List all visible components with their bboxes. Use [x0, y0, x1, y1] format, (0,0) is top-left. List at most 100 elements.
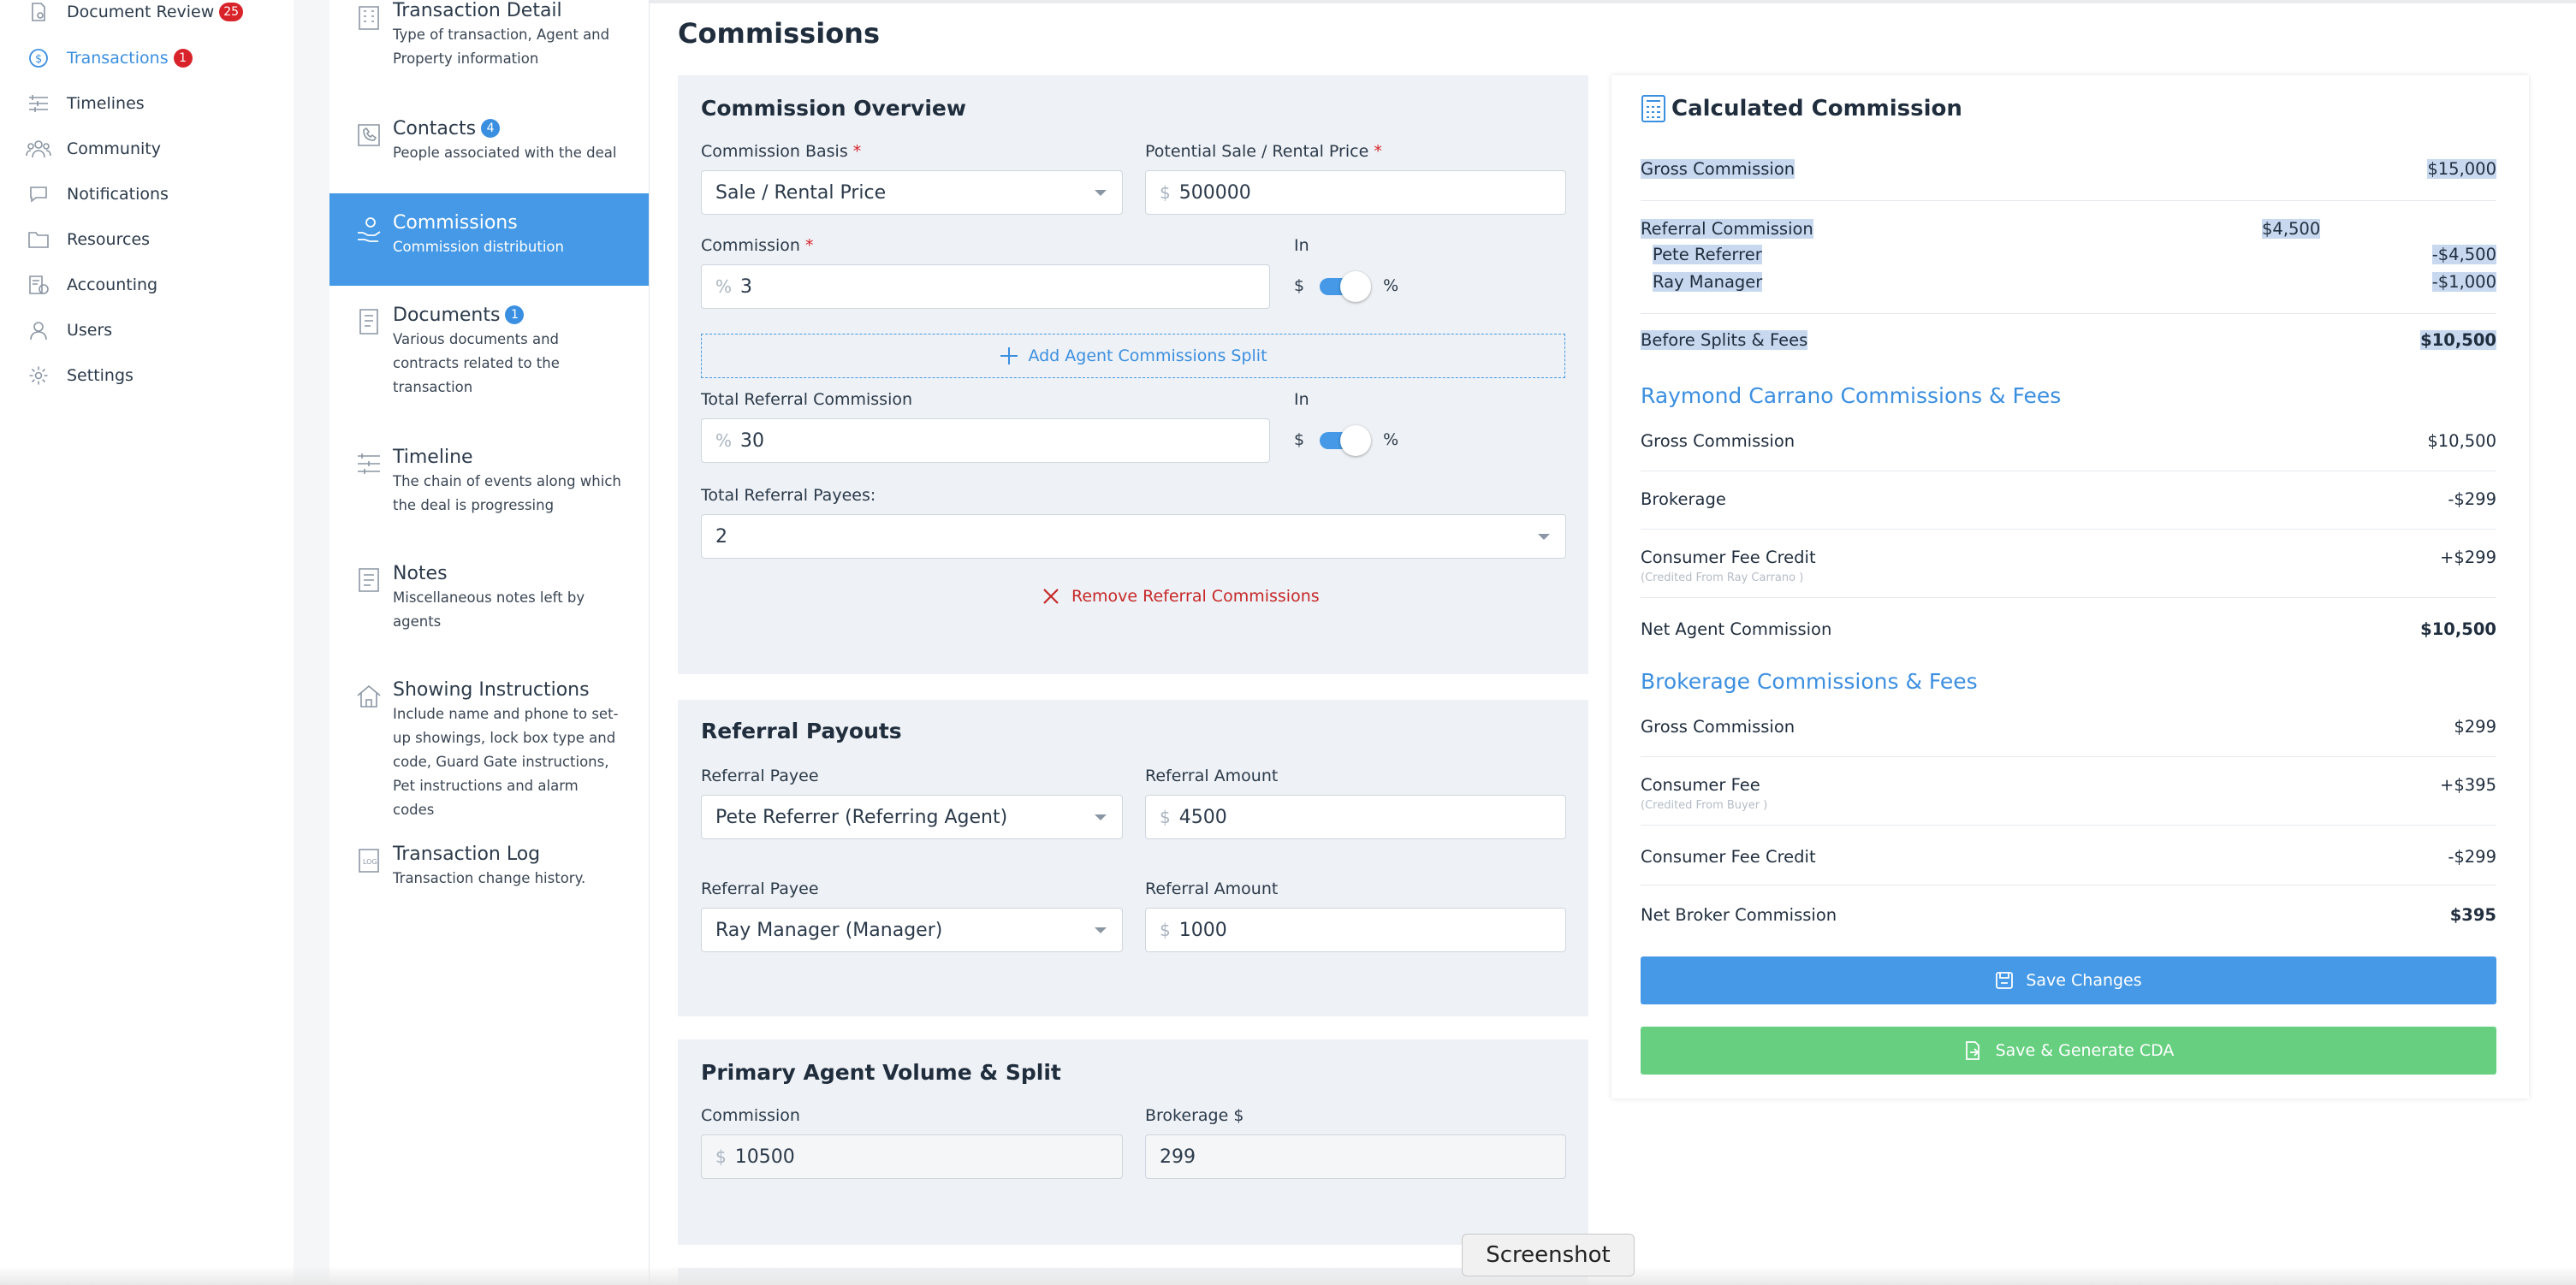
chat-bubble-icon: [26, 181, 51, 207]
referral-payee-select[interactable]: Pete Referrer (Referring Agent): [701, 795, 1123, 839]
button-label: Remove Referral Commissions: [1071, 587, 1320, 606]
step-notes[interactable]: Notes Miscellaneous notes left by agents: [329, 563, 649, 640]
step-commissions[interactable]: Commissions Commission distribution: [329, 193, 649, 286]
row-label: Consumer Fee Credit: [1641, 548, 1816, 567]
row-label: Net Agent Commission: [1641, 619, 1832, 639]
dollar-prefix: $: [1160, 182, 1171, 203]
nav-accounting[interactable]: Accounting: [26, 268, 157, 302]
svg-text:LOG: LOG: [363, 858, 377, 866]
referral-payee-select[interactable]: Ray Manager (Manager): [701, 908, 1123, 952]
divider: [1641, 529, 2496, 530]
dollar-prefix: $: [1160, 920, 1171, 940]
percent-prefix: %: [715, 276, 733, 297]
nav-label: Document Review: [67, 3, 215, 21]
referral-amount-label: Referral Amount: [1145, 767, 1279, 785]
brokerage-section-title: Brokerage Commissions & Fees: [1641, 669, 1978, 694]
document-review-badge: 25: [219, 3, 244, 21]
gutter: [294, 0, 329, 1285]
row-value: -$299: [2448, 489, 2496, 509]
commission-overview-card: Commission Overview Commission Basis * S…: [678, 75, 1588, 674]
nav-document-review[interactable]: Document Review 25: [26, 0, 244, 29]
row-label: Referral Commission: [1641, 219, 1813, 239]
folder-icon: [26, 227, 51, 252]
add-agent-split-button[interactable]: Add Agent Commissions Split: [701, 334, 1565, 378]
commission-unit-toggle[interactable]: $ %: [1294, 271, 1398, 302]
input-value: 500000: [1178, 181, 1251, 204]
row-value: $10,500: [2420, 619, 2496, 639]
nav-label: Users: [67, 321, 113, 340]
step-title: Timeline: [393, 447, 473, 468]
nav-settings[interactable]: Settings: [26, 358, 134, 393]
close-icon: [1042, 588, 1059, 605]
save-icon: [1995, 971, 2014, 990]
divider: [1641, 313, 2496, 314]
price-label: Potential Sale / Rental Price *: [1145, 142, 1382, 161]
step-desc: Commission distribution: [393, 239, 564, 255]
transactions-badge: 1: [173, 49, 193, 68]
step-desc: Various documents and contracts related …: [393, 331, 560, 395]
row-label: Gross Commission: [1641, 717, 1795, 737]
referral-amount-input[interactable]: $ 4500: [1145, 795, 1566, 839]
nav-label: Settings: [67, 366, 134, 385]
step-title: Notes: [393, 563, 448, 584]
step-documents[interactable]: Documents 1 Various documents and contrac…: [329, 305, 649, 407]
plus-icon: [999, 346, 1019, 366]
primary-commission-field: $ 10500: [701, 1134, 1123, 1179]
step-desc: Include name and phone to set-up showing…: [393, 706, 619, 818]
commission-input[interactable]: % 3: [701, 264, 1270, 309]
step-timeline[interactable]: Timeline The chain of events along which…: [329, 447, 649, 524]
user-icon: [26, 317, 51, 343]
toggle-right-label: %: [1383, 430, 1399, 449]
nav-label: Accounting: [67, 275, 158, 294]
nav-notifications[interactable]: Notifications: [26, 177, 169, 211]
field-value: 10500: [734, 1146, 795, 1168]
referral-unit-toggle[interactable]: $ %: [1294, 425, 1399, 456]
select-value: Sale / Rental Price: [715, 181, 887, 204]
save-generate-cda-button[interactable]: Save & Generate CDA: [1641, 1027, 2496, 1075]
save-changes-button[interactable]: Save Changes: [1641, 956, 2496, 1004]
divider: [1641, 200, 2496, 201]
row-label: Consumer Fee: [1641, 775, 1760, 795]
nav-timelines[interactable]: Timelines: [26, 86, 145, 121]
nav-resources[interactable]: Resources: [26, 222, 150, 257]
document-export-icon: [1963, 1040, 1984, 1061]
step-title: Contacts: [393, 118, 477, 139]
screenshot-tooltip: Screenshot: [1462, 1234, 1635, 1276]
step-transaction-detail[interactable]: Transaction Detail Type of transaction, …: [329, 0, 649, 86]
row-label: Ray Manager: [1653, 272, 1763, 292]
remove-referral-button[interactable]: Remove Referral Commissions: [1042, 587, 1320, 606]
step-contacts[interactable]: Contacts 4 People associated with the dea…: [329, 118, 649, 178]
nav-users[interactable]: Users: [26, 313, 112, 347]
divider: [1641, 756, 2496, 757]
dollar-circle-icon: $: [26, 45, 51, 71]
button-label: Add Agent Commissions Split: [1028, 346, 1267, 365]
toggle-switch[interactable]: [1315, 425, 1373, 456]
row-value: +$395: [2440, 775, 2496, 795]
step-showing-instructions[interactable]: Showing Instructions Include name and ph…: [329, 679, 649, 818]
step-transaction-log[interactable]: LOG Transaction Log Transaction change h…: [329, 844, 649, 903]
nav-label: Notifications: [67, 185, 169, 204]
in-label: In: [1294, 390, 1309, 409]
card-title: Primary Agent Volume & Split: [701, 1060, 1061, 1085]
toggle-left-label: $: [1294, 276, 1305, 295]
price-input[interactable]: $ 500000: [1145, 170, 1566, 215]
button-label: Save Changes: [2026, 971, 2142, 990]
credit-note: (Credited From Ray Carrano ): [1641, 571, 1804, 584]
step-desc: People associated with the deal: [393, 145, 617, 161]
referral-amount-input[interactable]: $ 1000: [1145, 908, 1566, 952]
row-label: Brokerage: [1641, 489, 1726, 509]
brokerage-label: Brokerage $: [1145, 1106, 1244, 1125]
commission-basis-select[interactable]: Sale / Rental Price: [701, 170, 1123, 215]
nav-transactions[interactable]: $ Transactions 1: [26, 41, 193, 75]
primary-agent-card: Primary Agent Volume & Split Commission …: [678, 1039, 1588, 1245]
row-label: Consumer Fee Credit: [1641, 847, 1816, 867]
referral-commission-input[interactable]: % 30: [701, 418, 1270, 463]
nav-community[interactable]: Community: [26, 132, 161, 166]
payees-select[interactable]: 2: [701, 514, 1566, 559]
row-value: -$4,500: [2431, 245, 2496, 264]
calculated-commission-panel: Calculated Commission Gross Commission $…: [1611, 75, 2529, 1098]
step-title: Transaction Detail: [393, 0, 562, 21]
toggle-switch[interactable]: [1315, 271, 1373, 302]
step-title: Documents: [393, 305, 501, 326]
fee-note: (Credited From Buyer ): [1641, 799, 1768, 812]
